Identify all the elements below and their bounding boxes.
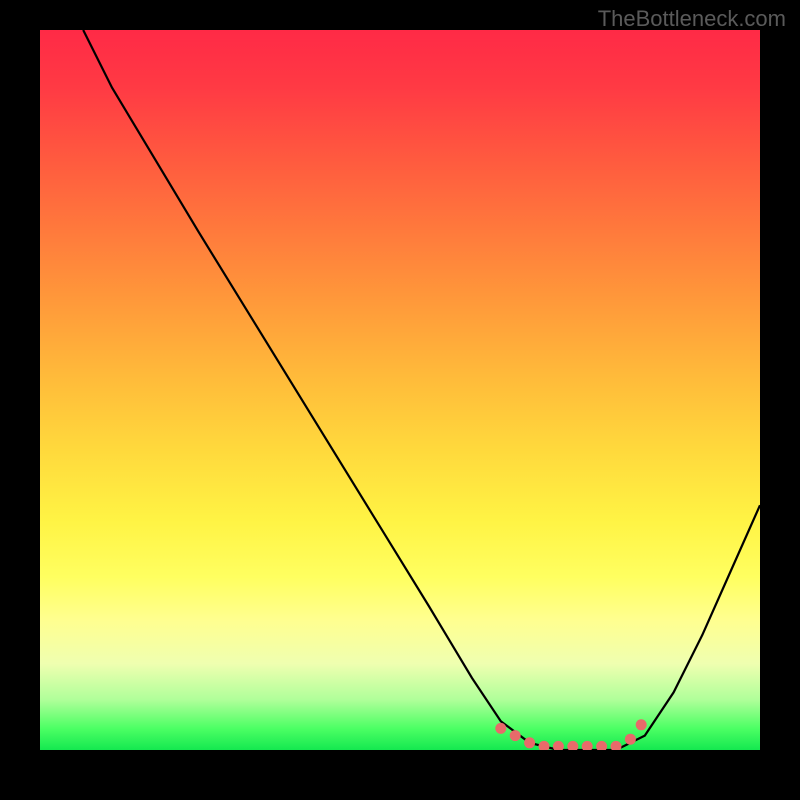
marker-dot	[582, 741, 593, 750]
chart-plot-area	[40, 30, 760, 750]
marker-dot	[636, 719, 647, 730]
chart-svg	[40, 30, 760, 750]
marker-dot	[553, 741, 564, 750]
chart-line-curve	[83, 30, 760, 750]
marker-dot	[524, 737, 535, 748]
marker-dot	[539, 741, 550, 750]
marker-dot	[567, 741, 578, 750]
marker-dot	[611, 741, 622, 750]
marker-dot	[510, 730, 521, 741]
marker-dot	[495, 723, 506, 734]
marker-dot	[625, 734, 636, 745]
marker-dot	[596, 741, 607, 750]
watermark-text: TheBottleneck.com	[598, 6, 786, 32]
